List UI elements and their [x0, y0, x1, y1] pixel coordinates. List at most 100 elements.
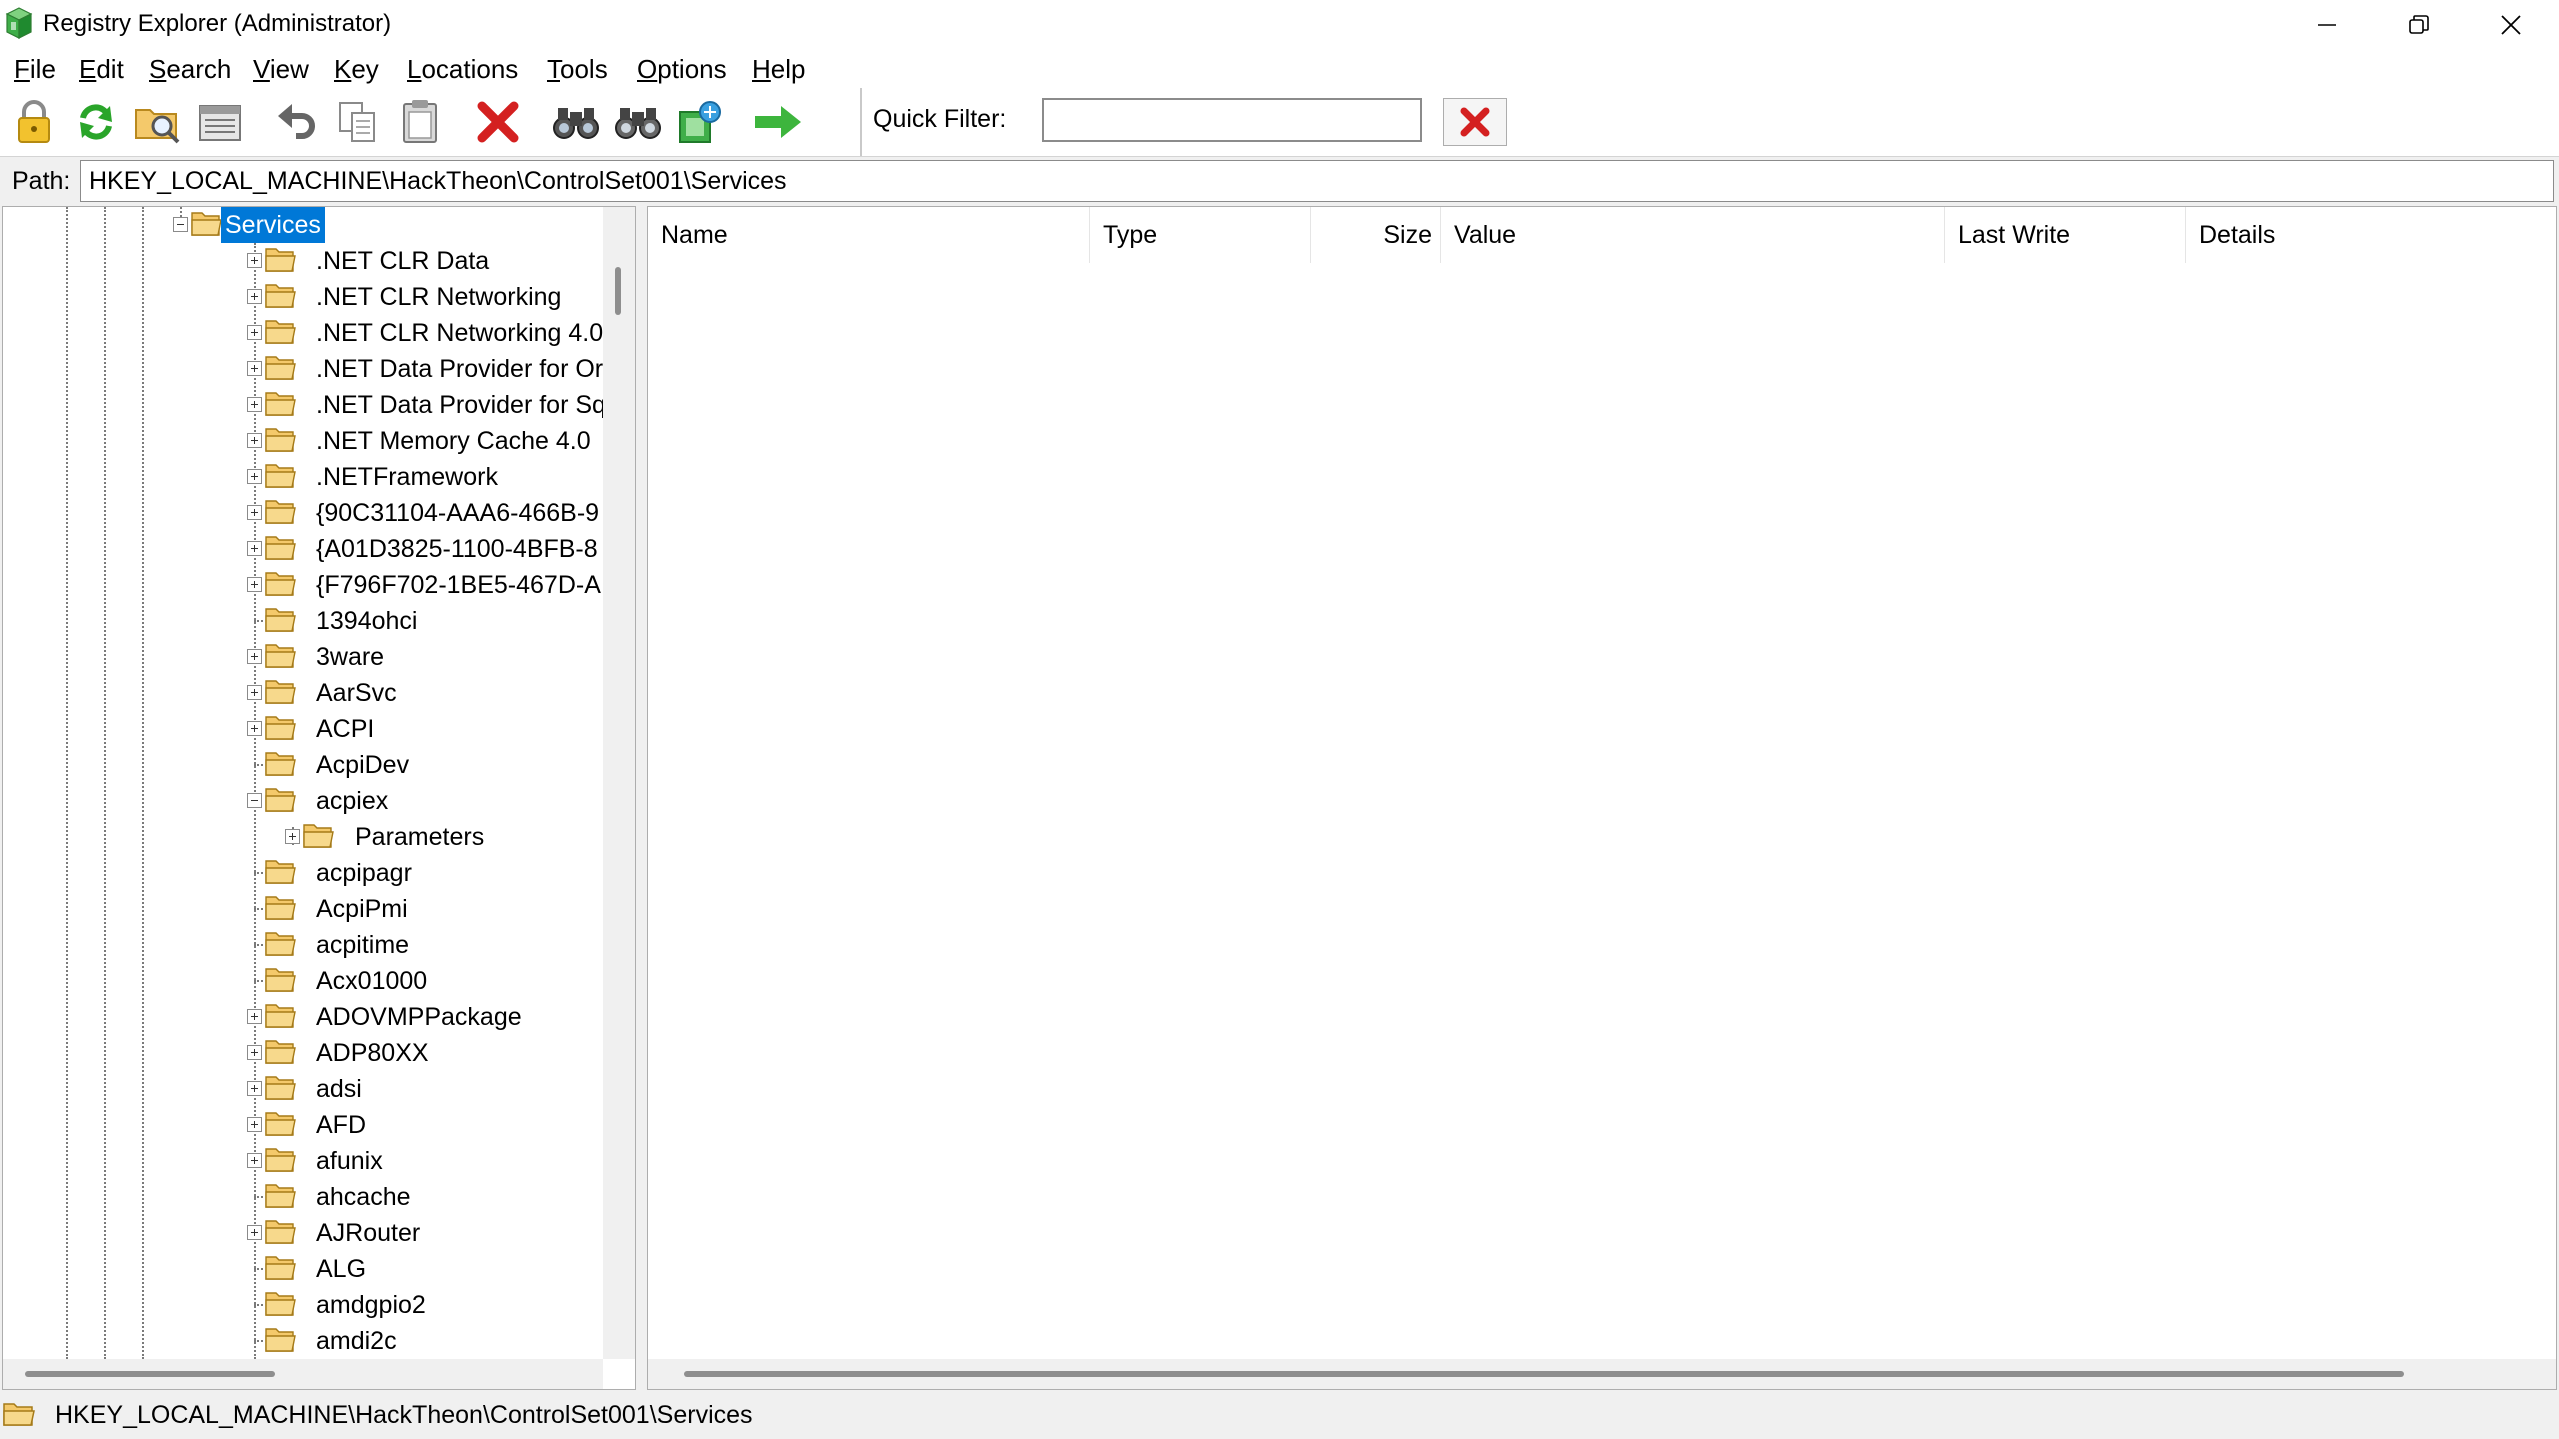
column-header-details[interactable]: Details — [2186, 207, 2556, 263]
status-bar: HKEY_LOCAL_MACHINE\HackTheon\ControlSet0… — [0, 1392, 2559, 1439]
tree-vertical-scroll-thumb[interactable] — [615, 267, 621, 315]
tree-node[interactable]: .NET Data Provider for Sq — [3, 387, 606, 423]
tree-node[interactable]: ADP80XX — [3, 1035, 603, 1071]
tree-node-label: {90C31104-AAA6-466B-9 — [316, 499, 600, 527]
tree-node[interactable]: Parameters — [3, 819, 603, 855]
expand-icon[interactable] — [285, 829, 300, 844]
restore-button[interactable] — [2373, 0, 2465, 50]
expand-icon[interactable] — [247, 541, 262, 556]
tree-node[interactable]: AFD — [3, 1107, 603, 1143]
column-header-type[interactable]: Type — [1090, 207, 1311, 263]
tree-node[interactable]: Acx01000 — [3, 963, 603, 999]
expand-icon[interactable] — [247, 577, 262, 592]
expand-icon[interactable] — [247, 1225, 262, 1240]
tree-node[interactable]: acpitime — [3, 927, 603, 963]
tree-node[interactable]: .NET CLR Networking — [3, 279, 603, 315]
column-header-size[interactable]: Size — [1311, 207, 1441, 263]
tree-node[interactable]: {90C31104-AAA6-466B-9 — [3, 495, 603, 531]
paste-button[interactable] — [394, 96, 446, 148]
expand-icon[interactable] — [247, 1009, 262, 1024]
tree-node[interactable]: AJRouter — [3, 1215, 603, 1251]
menu-tools[interactable]: Tools — [547, 50, 608, 92]
expand-icon[interactable] — [247, 649, 262, 664]
expand-icon[interactable] — [247, 1153, 262, 1168]
tree-node[interactable]: acpipagr — [3, 855, 603, 891]
tree-node[interactable]: {F796F702-1BE5-467D-A — [3, 567, 603, 603]
expand-icon[interactable] — [247, 469, 262, 484]
tree-node[interactable]: Services — [3, 207, 603, 243]
menu-help[interactable]: Help — [752, 50, 805, 92]
tree-node[interactable]: 3ware — [3, 639, 603, 675]
tree-node[interactable]: adsi — [3, 1071, 603, 1107]
minimize-button[interactable] — [2281, 0, 2373, 50]
lock-button[interactable] — [8, 96, 60, 148]
clear-filter-button[interactable] — [1443, 98, 1507, 146]
tree-node[interactable]: AarSvc — [3, 675, 603, 711]
tree-horizontal-scrollbar[interactable] — [3, 1359, 603, 1389]
tree-connector — [254, 944, 263, 946]
quick-filter-input[interactable] — [1042, 98, 1422, 142]
expand-icon[interactable] — [247, 505, 262, 520]
expand-icon[interactable] — [247, 1117, 262, 1132]
collapse-icon[interactable] — [173, 217, 188, 232]
menu-key[interactable]: Key — [334, 50, 379, 92]
menu-locations[interactable]: Locations — [407, 50, 518, 92]
tree-node[interactable]: .NET CLR Data — [3, 243, 603, 279]
column-header-name[interactable]: Name — [648, 207, 1090, 263]
tree-node[interactable]: .NET Memory Cache 4.0 — [3, 423, 603, 459]
menu-view[interactable]: View — [253, 50, 309, 92]
find-button[interactable] — [550, 96, 602, 148]
tree-vertical-scrollbar[interactable] — [603, 207, 635, 1359]
tree-node[interactable]: AcpiPmi — [3, 891, 603, 927]
list-horizontal-scroll-thumb[interactable] — [684, 1371, 2404, 1377]
tree-node[interactable]: .NETFramework — [3, 459, 603, 495]
delete-button[interactable] — [472, 96, 524, 148]
expand-icon[interactable] — [247, 721, 262, 736]
tree-node[interactable]: {A01D3825-1100-4BFB-8 — [3, 531, 603, 567]
tree-node[interactable]: .NET CLR Networking 4.0 — [3, 315, 603, 351]
tree-node[interactable]: acpiex — [3, 783, 603, 819]
menu-search[interactable]: Search — [149, 50, 231, 92]
expand-icon[interactable] — [247, 433, 262, 448]
menu-options[interactable]: Options — [637, 50, 727, 92]
copy-button[interactable] — [332, 96, 384, 148]
expand-icon[interactable] — [247, 361, 262, 376]
open-hive-button[interactable] — [132, 96, 184, 148]
tree-node[interactable]: .NET Data Provider for Or — [3, 351, 603, 387]
tree-node[interactable]: ahcache — [3, 1179, 603, 1215]
export-button[interactable] — [674, 96, 726, 148]
expand-icon[interactable] — [247, 1045, 262, 1060]
tree-node[interactable]: ACPI — [3, 711, 603, 747]
tree-node[interactable]: afunix — [3, 1143, 603, 1179]
registry-tree[interactable]: Services .NET CLR Data .NET CLR Networking… — [2, 206, 636, 1390]
expand-icon[interactable] — [247, 289, 262, 304]
hive-list-button[interactable] — [194, 96, 246, 148]
tree-node[interactable]: amdgpio2 — [3, 1287, 603, 1323]
values-list[interactable]: Name Type Size Value Last Write Details — [647, 206, 2557, 1390]
expand-icon[interactable] — [247, 685, 262, 700]
path-field[interactable]: HKEY_LOCAL_MACHINE\HackTheon\ControlSet0… — [80, 160, 2554, 202]
column-header-last-write[interactable]: Last Write — [1945, 207, 2186, 263]
close-window-button[interactable] — [2465, 0, 2557, 50]
tree-connector — [254, 1268, 263, 1270]
refresh-button[interactable] — [70, 96, 122, 148]
expand-icon[interactable] — [247, 325, 262, 340]
tree-node[interactable]: ADOVMPPackage — [3, 999, 603, 1035]
expand-icon[interactable] — [247, 397, 262, 412]
tree-node[interactable]: amdi2c — [3, 1323, 603, 1359]
tree-node[interactable]: AcpiDev — [3, 747, 603, 783]
find-next-button[interactable] — [612, 96, 664, 148]
tree-node-label: afunix — [316, 1147, 383, 1175]
expand-icon[interactable] — [247, 253, 262, 268]
go-button[interactable] — [752, 96, 804, 148]
tree-node[interactable]: 1394ohci — [3, 603, 603, 639]
expand-icon[interactable] — [247, 1081, 262, 1096]
list-horizontal-scrollbar[interactable] — [648, 1359, 2556, 1389]
collapse-icon[interactable] — [247, 793, 262, 808]
menu-edit[interactable]: Edit — [79, 50, 124, 92]
menu-file[interactable]: File — [14, 50, 56, 92]
tree-node[interactable]: ALG — [3, 1251, 603, 1287]
column-header-value[interactable]: Value — [1441, 207, 1945, 263]
tree-horizontal-scroll-thumb[interactable] — [25, 1371, 275, 1377]
undo-button[interactable] — [270, 96, 322, 148]
